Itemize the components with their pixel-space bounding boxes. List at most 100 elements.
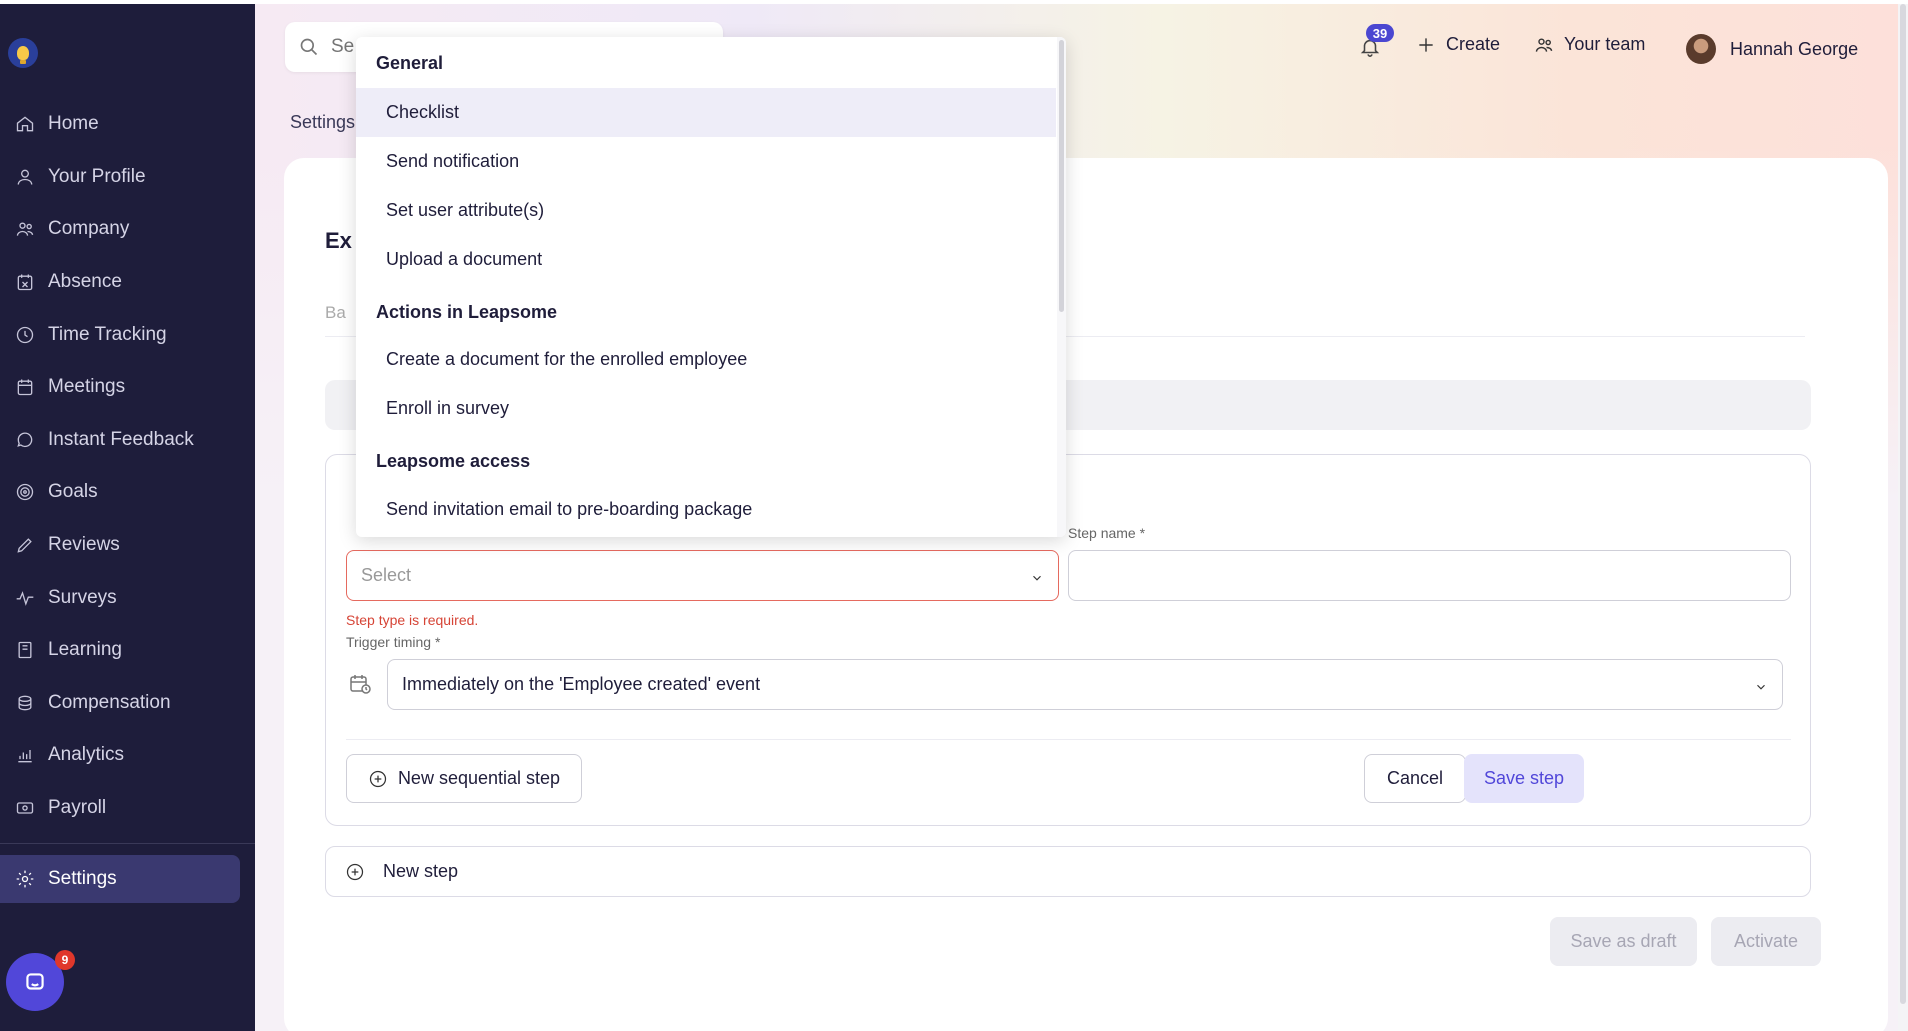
sidebar-item-label: Payroll bbox=[48, 797, 107, 819]
trigger-timing-value: Immediately on the 'Employee created' ev… bbox=[402, 674, 761, 694]
dropdown-item-send-notification[interactable]: Send notification bbox=[356, 137, 1056, 186]
create-label: Create bbox=[1446, 34, 1501, 54]
dropdown-scrollbar[interactable] bbox=[1057, 37, 1066, 537]
calendar-icon bbox=[14, 376, 36, 398]
calendar-clock-icon bbox=[348, 672, 372, 696]
sidebar-item-label: Your Profile bbox=[48, 165, 146, 187]
coins-icon bbox=[14, 692, 36, 714]
step-name-label: Step name * bbox=[1068, 525, 1146, 541]
sidebar-item-absence[interactable]: Absence bbox=[0, 256, 255, 309]
lightbulb-icon bbox=[17, 46, 29, 64]
activate-button[interactable]: Activate bbox=[1711, 917, 1821, 966]
pulse-icon bbox=[14, 587, 36, 609]
sidebar-item-label: Settings bbox=[48, 868, 117, 889]
dropdown-item-set-user-attributes[interactable]: Set user attribute(s) bbox=[356, 186, 1056, 235]
sidebar-item-time-tracking[interactable]: Time Tracking bbox=[0, 308, 255, 361]
app-logo[interactable] bbox=[8, 38, 38, 68]
sidebar-item-label: Analytics bbox=[48, 744, 125, 766]
chat-badge: 9 bbox=[55, 950, 75, 970]
plus-icon bbox=[1419, 37, 1433, 52]
save-as-draft-button[interactable]: Save as draft bbox=[1550, 917, 1697, 966]
sidebar-item-analytics[interactable]: Analytics bbox=[0, 729, 255, 782]
sidebar-item-label: Home bbox=[48, 113, 99, 135]
gear-icon bbox=[14, 868, 36, 890]
dropdown-item-send-invitation[interactable]: Send invitation email to pre-boarding pa… bbox=[356, 485, 1056, 534]
sidebar-item-settings[interactable]: Settings bbox=[0, 855, 240, 903]
dropdown-item-upload-document[interactable]: Upload a document bbox=[356, 235, 1056, 284]
sidebar-item-surveys[interactable]: Surveys bbox=[0, 571, 255, 624]
dropdown-scrollbar-thumb[interactable] bbox=[1059, 40, 1064, 312]
new-sequential-step-button[interactable]: New sequential step bbox=[346, 754, 582, 803]
sidebar-item-home[interactable]: Home bbox=[0, 98, 255, 151]
step-name-input[interactable] bbox=[1068, 550, 1791, 601]
sidebar-nav: Home Your Profile Company Absence Time T… bbox=[0, 98, 255, 834]
chevron-down-icon bbox=[1030, 569, 1044, 583]
dropdown-group-heading: Actions in Leapsome bbox=[376, 302, 558, 322]
plus-circle-icon bbox=[369, 770, 387, 787]
sidebar-item-label: Company bbox=[48, 218, 130, 240]
sidebar-divider bbox=[0, 843, 255, 844]
your-team-button[interactable]: Your team bbox=[1534, 34, 1645, 55]
sidebar-item-label: Meetings bbox=[48, 376, 126, 398]
sidebar-item-meetings[interactable]: Meetings bbox=[0, 361, 255, 414]
dropdown-item-checklist[interactable]: Checklist bbox=[356, 88, 1056, 137]
step-type-error: Step type is required. bbox=[346, 612, 479, 628]
calendar-x-icon bbox=[14, 271, 36, 293]
step-type-dropdown: General Checklist Send notification Set … bbox=[356, 37, 1066, 537]
sidebar-item-company[interactable]: Company bbox=[0, 203, 255, 256]
target-icon bbox=[14, 481, 36, 503]
dropdown-item-create-document[interactable]: Create a document for the enrolled emplo… bbox=[356, 335, 1056, 384]
clock-icon bbox=[14, 324, 36, 346]
home-icon bbox=[14, 113, 36, 135]
user-icon bbox=[14, 166, 36, 188]
chart-icon bbox=[14, 744, 36, 766]
new-sequential-step-label: New sequential step bbox=[397, 768, 561, 788]
sidebar-item-learning[interactable]: Learning bbox=[0, 624, 255, 677]
step-editor-divider bbox=[346, 739, 1791, 740]
new-step-label: New step bbox=[383, 861, 459, 881]
dropdown-group-heading: General bbox=[376, 53, 444, 73]
sidebar-item-label: Surveys bbox=[48, 586, 117, 608]
step-type-select[interactable]: Select bbox=[346, 550, 1059, 601]
your-team-label: Your team bbox=[1564, 34, 1646, 54]
sidebar-item-label: Instant Feedback bbox=[48, 428, 194, 450]
sidebar-item-label: Absence bbox=[48, 271, 122, 293]
sidebar-item-instant-feedback[interactable]: Instant Feedback bbox=[0, 414, 255, 467]
sidebar-item-goals[interactable]: Goals bbox=[0, 466, 255, 519]
sidebar: Home Your Profile Company Absence Time T… bbox=[0, 4, 255, 1031]
plus-circle-icon bbox=[346, 863, 364, 880]
book-icon bbox=[14, 639, 36, 661]
people-icon bbox=[14, 218, 36, 240]
sidebar-item-compensation[interactable]: Compensation bbox=[0, 677, 255, 730]
page-title: Ex bbox=[325, 228, 352, 253]
save-step-button[interactable]: Save step bbox=[1464, 754, 1584, 803]
trigger-timing-select[interactable]: Immediately on the 'Employee created' ev… bbox=[387, 659, 1783, 710]
pencil-icon bbox=[14, 534, 36, 556]
dropdown-item-enroll-survey[interactable]: Enroll in survey bbox=[356, 384, 1056, 433]
sidebar-item-reviews[interactable]: Reviews bbox=[0, 519, 255, 572]
breadcrumb[interactable]: Settings bbox=[290, 112, 355, 133]
sidebar-item-label: Compensation bbox=[48, 691, 171, 713]
sidebar-item-label: Learning bbox=[48, 639, 122, 661]
step-type-placeholder: Select bbox=[361, 565, 412, 585]
search-icon bbox=[300, 38, 318, 56]
new-step-button[interactable]: New step bbox=[325, 846, 1811, 897]
chevron-down-icon bbox=[1754, 678, 1768, 692]
cash-icon bbox=[14, 797, 36, 819]
sidebar-item-payroll[interactable]: Payroll bbox=[0, 782, 255, 835]
page-scrollbar-thumb[interactable] bbox=[1900, 4, 1906, 1004]
tab-basics[interactable]: Ba bbox=[325, 303, 346, 323]
sidebar-item-label: Reviews bbox=[48, 534, 120, 556]
dropdown-group-heading: Leapsome access bbox=[376, 451, 531, 471]
chat-bubble-icon bbox=[14, 429, 36, 451]
team-icon bbox=[1535, 37, 1553, 52]
notifications-badge: 39 bbox=[1366, 24, 1394, 42]
sidebar-item-your-profile[interactable]: Your Profile bbox=[0, 151, 255, 204]
create-button[interactable]: Create bbox=[1416, 34, 1500, 55]
trigger-timing-label: Trigger timing * bbox=[346, 634, 441, 650]
avatar bbox=[1686, 34, 1716, 64]
user-name: Hannah George bbox=[1730, 38, 1859, 59]
user-menu[interactable]: Hannah George bbox=[1686, 34, 1858, 64]
page-scrollbar[interactable] bbox=[1898, 4, 1908, 1031]
cancel-button[interactable]: Cancel bbox=[1364, 754, 1466, 803]
